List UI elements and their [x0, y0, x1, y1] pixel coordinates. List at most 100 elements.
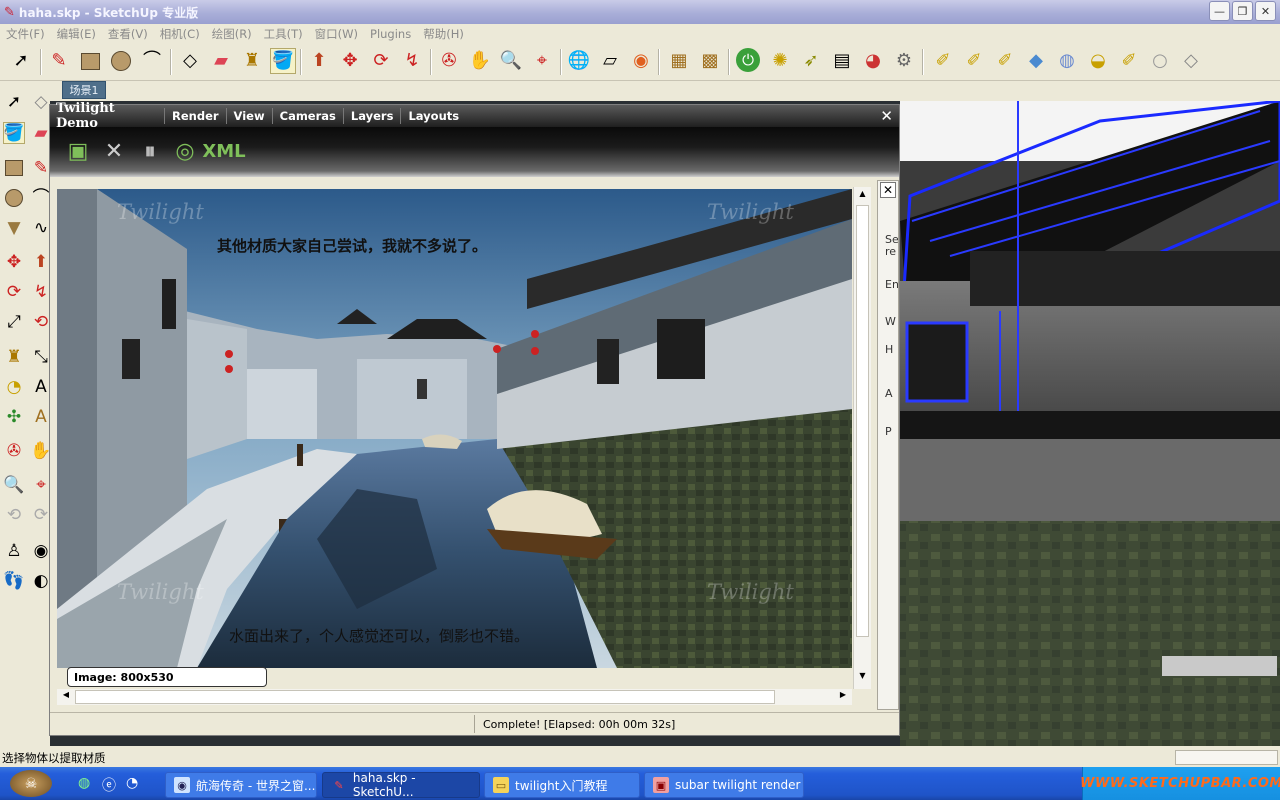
scale-icon[interactable]: ⤢ [3, 311, 25, 333]
menu-camera[interactable]: 相机(C) [160, 26, 200, 42]
tape-measure-icon[interactable]: ♜ [3, 346, 25, 368]
scroll-left-arrow-icon[interactable]: ◀ [59, 690, 73, 704]
refresh-icon[interactable]: ◎ [170, 137, 200, 165]
twilight-close-button[interactable]: ✕ [880, 107, 893, 125]
menu-window[interactable]: 窗口(W) [315, 26, 358, 42]
polygon-icon[interactable]: ▼ [3, 217, 25, 239]
rotate-icon[interactable]: ⟳ [3, 281, 25, 303]
start-skull-icon[interactable]: ☠ [10, 770, 52, 797]
scroll-right-arrow-icon[interactable]: ▶ [836, 690, 850, 704]
hscroll-thumb[interactable] [75, 690, 775, 704]
select-arrow-icon[interactable]: ➚ [3, 91, 25, 113]
walk-icon[interactable]: 👣 [3, 570, 25, 592]
taskbar-item-sketchup[interactable]: ✎ haha.skp - SketchU... [322, 771, 480, 799]
minimize-button[interactable]: — [1209, 1, 1230, 21]
pan-tool-icon[interactable]: ✋ [467, 48, 493, 74]
taskbar-item-render[interactable]: ▣ subar twilight render [644, 772, 804, 798]
push-pull-icon[interactable]: ⬆ [306, 48, 332, 74]
folder-icon: ▭ [493, 777, 509, 793]
zoom-icon[interactable]: 🔍 [3, 474, 25, 496]
twilight-power-icon[interactable]: ⏻ [736, 48, 760, 72]
spot-light-icon[interactable]: ➶ [798, 48, 824, 74]
tape-measure-icon[interactable]: ♜ [239, 48, 265, 74]
menu-tools[interactable]: 工具(T) [264, 26, 303, 42]
tab-scene-1[interactable]: 场景1 [62, 81, 106, 99]
tag-c-icon[interactable]: ✐ [992, 48, 1018, 74]
render-settings-icon[interactable]: ▤ [829, 48, 855, 74]
paint-bucket-icon[interactable]: 🪣 [270, 48, 296, 74]
light-icon[interactable]: ✺ [767, 48, 793, 74]
axes-icon[interactable]: ✣ [3, 406, 25, 428]
quicklaunch-icon-1[interactable]: ◍ [78, 775, 96, 793]
material-editor-icon[interactable]: ◕ [860, 48, 886, 74]
stop-icon[interactable]: ✕ [100, 137, 128, 165]
follow-me-icon[interactable]: ↯ [399, 48, 425, 74]
orbit-icon[interactable]: ✇ [3, 440, 25, 462]
taskbar-item-browser[interactable]: ◉ 航海传奇 - 世界之窗... [165, 772, 317, 798]
quicklaunch-icon-2[interactable]: ⓔ [102, 775, 120, 794]
zoom-extents-icon[interactable]: ⌖ [529, 48, 555, 74]
orbit-tool-icon[interactable]: ✇ [436, 48, 462, 74]
google-earth-icon[interactable]: ◉ [628, 48, 654, 74]
circle-tool-icon[interactable] [108, 48, 134, 74]
xml-icon[interactable]: XML [202, 137, 245, 165]
quicklaunch-icon-3[interactable]: ◔ [126, 775, 144, 793]
taskbar-label: 航海传奇 - 世界之窗... [196, 778, 316, 793]
capture-icon[interactable]: ▣ [62, 137, 94, 165]
menu-help[interactable]: 帮助(H) [423, 26, 464, 42]
move-tool-icon[interactable]: ✥ [337, 48, 363, 74]
get-models-icon[interactable]: 🌐 [566, 48, 592, 74]
measurements-box[interactable] [1175, 750, 1278, 765]
render-vertical-scrollbar[interactable]: ▲ ▼ [853, 187, 871, 689]
restore-button[interactable]: ❐ [1232, 1, 1253, 21]
sphere-icon[interactable]: ○ [1147, 48, 1173, 74]
pencil-tool-icon[interactable]: ✎ [46, 48, 72, 74]
scroll-down-arrow-icon[interactable]: ▼ [856, 671, 869, 685]
previous-icon[interactable]: ⟲ [3, 504, 25, 526]
rectangle-tool-icon[interactable] [77, 48, 103, 74]
twilight-menu-layers[interactable]: Layers [342, 108, 401, 124]
select-tool-icon[interactable]: ➚ [8, 48, 34, 74]
tag-b-icon[interactable]: ✐ [961, 48, 987, 74]
component-b-icon[interactable]: ▩ [697, 48, 723, 74]
caption-top: 其他材质大家自己尝试，我就不多说了。 [217, 237, 487, 255]
position-camera-icon[interactable]: ♙ [3, 540, 25, 562]
tag-a-icon[interactable]: ✐ [930, 48, 956, 74]
scroll-up-arrow-icon[interactable]: ▲ [856, 189, 869, 203]
arc-tool-icon[interactable]: ⌒ [139, 48, 165, 74]
twilight-menu-view[interactable]: View [225, 108, 272, 124]
watermark-bottom-right: Twilight [707, 580, 794, 604]
paint-bucket-icon[interactable]: 🪣 [3, 122, 25, 144]
pause-icon[interactable]: ⏸ [136, 137, 164, 165]
side-panel-close-icon[interactable]: ✕ [880, 182, 896, 198]
taskbar-item-folder[interactable]: ▭ twilight入门教程 [484, 772, 640, 798]
tag-d-icon[interactable]: ◒ [1085, 48, 1111, 74]
twilight-menu-cameras[interactable]: Cameras [271, 108, 343, 124]
rotate-tool-icon[interactable]: ⟳ [368, 48, 394, 74]
tag-e-icon[interactable]: ✐ [1116, 48, 1142, 74]
box-icon[interactable]: ◆ [1023, 48, 1049, 74]
twilight-menu-layouts[interactable]: Layouts [400, 108, 466, 124]
make-component-icon[interactable]: ◇ [177, 48, 203, 74]
check-icon[interactable]: ◍ [1054, 48, 1080, 74]
circle-icon[interactable] [3, 187, 25, 209]
render-horizontal-scrollbar[interactable]: ◀ ▶ [57, 689, 852, 705]
eraser-tool-icon[interactable]: ▰ [208, 48, 234, 74]
taskbar-label: subar twilight render [675, 778, 801, 792]
label-icon[interactable]: ◇ [1178, 48, 1204, 74]
share-model-icon[interactable]: ▱ [597, 48, 623, 74]
twilight-menu-render[interactable]: Render [164, 108, 226, 124]
zoom-tool-icon[interactable]: 🔍 [498, 48, 524, 74]
menu-view[interactable]: 查看(V) [108, 26, 148, 42]
protractor-icon[interactable]: ◔ [3, 376, 25, 398]
menu-edit[interactable]: 编辑(E) [57, 26, 96, 42]
settings-gear-icon[interactable]: ⚙ [891, 48, 917, 74]
close-button[interactable]: ✕ [1255, 1, 1276, 21]
menu-plugins[interactable]: Plugins [370, 27, 411, 41]
rectangle-icon[interactable] [3, 157, 25, 179]
menu-file[interactable]: 文件(F) [6, 26, 45, 42]
component-a-icon[interactable]: ▦ [666, 48, 692, 74]
move-icon[interactable]: ✥ [3, 251, 25, 273]
menu-draw[interactable]: 绘图(R) [212, 26, 252, 42]
scroll-thumb[interactable] [856, 205, 869, 637]
